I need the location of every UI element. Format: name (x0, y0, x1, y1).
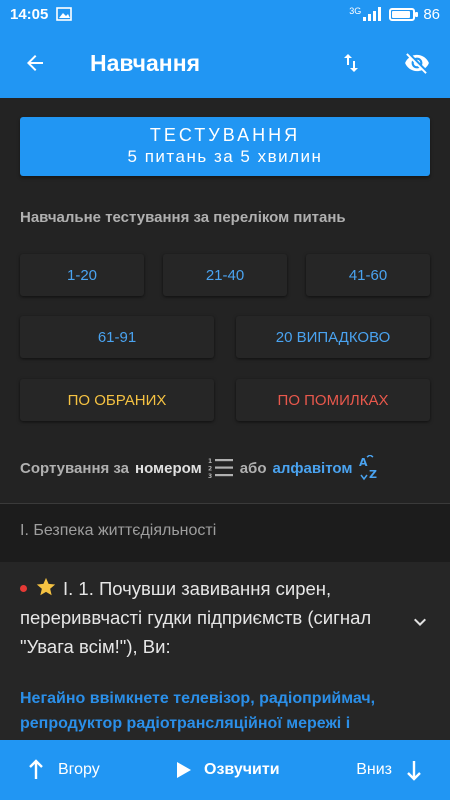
test-button-title: ТЕСТУВАННЯ (149, 125, 301, 145)
bottom-bar: Вгору Озвучити Вниз (0, 740, 450, 800)
battery-level (392, 10, 410, 18)
sort-by-alpha-link[interactable]: алфавітом (273, 460, 353, 477)
voice-button[interactable]: Озвучити (176, 761, 280, 779)
sort-prefix: Сортування за (20, 459, 130, 477)
range-61-91-button[interactable]: 61-91 (20, 316, 214, 358)
question-text: І. 1. Почувши завивання сирен, перериввч… (20, 578, 372, 657)
unread-dot-icon (20, 584, 27, 592)
favorites-button[interactable]: ПО ОБРАНИХ (20, 379, 214, 421)
sort-toggle-button[interactable] (318, 28, 384, 98)
arrow-back-icon (27, 55, 43, 71)
test-button-subtitle: 5 питань за 5 хвилин (127, 147, 323, 166)
app-bar: Навчання (0, 28, 450, 98)
svg-text:A: A (359, 456, 368, 469)
battery-percent: 86 (423, 5, 440, 23)
numbered-list-icon[interactable]: 1 2 3 (208, 456, 234, 480)
scroll-down-label: Вниз (356, 761, 392, 778)
svg-text:Z: Z (369, 468, 377, 481)
scroll-down-button[interactable]: Вниз (356, 759, 424, 781)
question-card[interactable]: І. 1. Почувши завивання сирен, перериввч… (0, 562, 450, 740)
hide-answers-button[interactable] (384, 28, 450, 98)
sort-alpha-icon[interactable]: A Z (358, 455, 384, 481)
swap-vert-icon (344, 54, 358, 72)
svg-text:1: 1 (208, 458, 212, 465)
scroll-up-label: Вгору (58, 761, 100, 778)
chapter-header: І. Безпека життєдіяльності (0, 504, 450, 562)
range-21-40-button[interactable]: 21-40 (163, 254, 287, 296)
chevron-down-icon[interactable] (408, 610, 432, 634)
back-button[interactable] (0, 28, 70, 98)
arrow-down-icon (407, 761, 421, 781)
question-text-block: І. 1. Почувши завивання сирен, перериввч… (20, 574, 400, 661)
start-test-button[interactable]: ТЕСТУВАННЯ 5 питань за 5 хвилин (20, 117, 430, 176)
svg-text:2: 2 (208, 466, 212, 473)
mistakes-button[interactable]: ПО ПОМИЛКАХ (236, 379, 430, 421)
random-20-button[interactable]: 20 ВИПАДКОВО (236, 316, 430, 358)
favorite-star-icon[interactable] (35, 576, 57, 598)
section-label: Навчальне тестування за переліком питань (20, 209, 346, 226)
play-icon (177, 762, 191, 778)
arrow-up-icon (29, 759, 43, 779)
sort-by-number-link[interactable]: номером (135, 460, 202, 477)
svg-text:3: 3 (208, 473, 212, 480)
network-type: 3G (349, 6, 362, 16)
status-bar: 14:05 3G 86 (0, 0, 450, 28)
status-time: 14:05 (10, 5, 49, 23)
signal-icon (363, 7, 382, 21)
sort-or: або (239, 459, 267, 477)
range-1-20-button[interactable]: 1-20 (20, 254, 144, 296)
range-41-60-button[interactable]: 41-60 (306, 254, 430, 296)
page-title: Навчання (90, 49, 201, 76)
voice-label: Озвучити (204, 761, 280, 778)
battery-icon (389, 7, 419, 21)
answer-text: Негайно ввімкнете телевізор, радіоприйма… (20, 690, 376, 732)
visibility-off-icon (405, 53, 429, 74)
image-notification-icon (56, 7, 73, 21)
sort-row: Сортування за номером 1 2 3 або алфавіто… (20, 453, 384, 483)
scroll-up-button[interactable]: Вгору (26, 759, 100, 781)
